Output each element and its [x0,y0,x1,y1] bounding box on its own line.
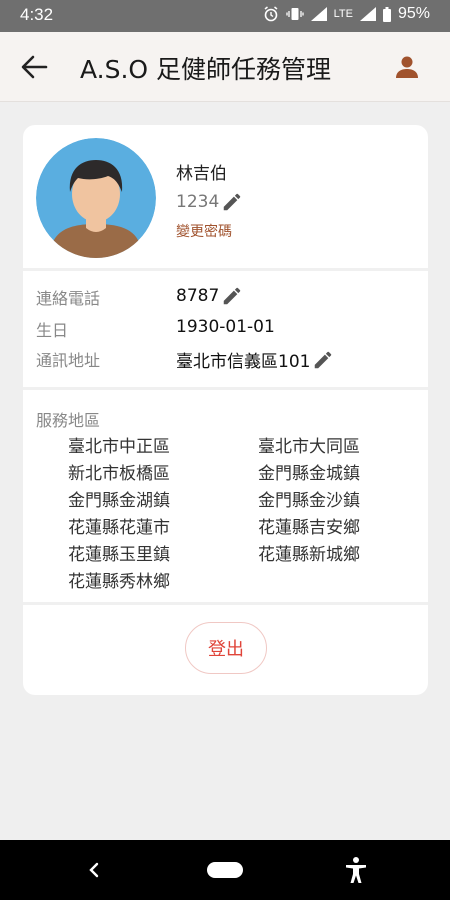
service-areas-title: 服務地區 [36,411,101,430]
profile-card: 林吉伯 1234 變更密碼 連絡電話 8787 生日 1930-01-01 通訊… [23,125,428,695]
info-row-birthday: 生日 1930-01-01 [36,315,416,343]
page-title: A.S.O 足健師任務管理 [80,55,332,84]
nav-back-icon[interactable] [86,861,102,879]
edit-pencil-icon[interactable] [312,349,334,371]
person-icon[interactable] [394,54,420,80]
edit-pencil-icon[interactable] [221,191,243,213]
system-nav-bar [0,840,450,900]
divider [23,268,428,271]
app-bar: A.S.O 足健師任務管理 [0,32,450,102]
service-area-item: 花蓮縣花蓮市 [68,518,170,538]
service-area-item: 花蓮縣秀林鄉 [68,572,170,592]
nav-home-pill[interactable] [207,862,243,878]
address-value: 臺北市信義區101 [176,352,311,372]
service-area-item: 花蓮縣新城鄉 [258,545,360,565]
status-time: 4:32 [20,5,54,24]
service-area-item: 金門縣金沙鎮 [258,491,360,511]
network-label: LTE [333,8,353,20]
birthday-value-row: 1930-01-01 [176,317,275,337]
phone-value: 8787 [176,286,220,306]
birthday-label: 生日 [36,321,69,340]
address-value-row: 臺北市信義區101 [176,347,334,372]
birthday-value: 1930-01-01 [176,317,275,337]
info-row-address: 通訊地址 臺北市信義區101 [36,345,416,373]
battery-percent: 95% [397,5,430,22]
divider [23,387,428,390]
service-area-item: 花蓮縣玉里鎮 [68,545,170,565]
phone-label: 連絡電話 [36,289,101,308]
service-area-item: 花蓮縣吉安鄉 [258,518,360,538]
vibrate-icon [285,8,304,20]
user-name: 林吉伯 [176,164,227,184]
service-area-item: 金門縣金湖鎮 [68,491,170,511]
alarm-icon [264,6,278,22]
status-icons: LTE 95% [263,5,430,23]
info-row-phone: 連絡電話 8787 [36,283,416,311]
service-area-item: 臺北市中正區 [68,437,170,457]
user-id: 1234 [176,192,220,212]
back-arrow-icon[interactable] [20,54,48,80]
signal-icon [359,7,376,21]
phone-value-row: 8787 [176,285,243,307]
accessibility-icon[interactable] [344,856,368,884]
service-area-item: 金門縣金城鎮 [258,464,360,484]
user-id-row: 1234 [176,191,243,213]
divider [23,602,428,605]
service-area-item: 新北市板橋區 [68,464,170,484]
address-label: 通訊地址 [36,351,101,370]
change-password-link[interactable]: 變更密碼 [176,221,232,241]
wifi-icon [310,7,327,21]
battery-icon [382,6,391,22]
service-area-item: 臺北市大同區 [258,437,360,457]
logout-button[interactable]: 登出 [185,622,267,674]
edit-pencil-icon[interactable] [221,285,243,307]
avatar [36,138,156,258]
status-bar: 4:32 LTE 95% [0,0,450,32]
